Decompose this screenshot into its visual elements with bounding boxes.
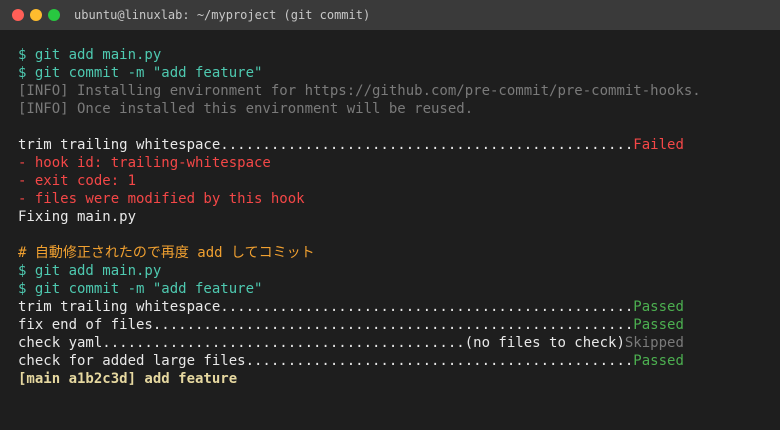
terminal-line: trim trailing whitespace................… (18, 298, 762, 316)
terminal-line: $ git commit -m "add feature" (18, 280, 762, 298)
terminal-text: trim trailing whitespace................… (18, 299, 634, 315)
terminal-text: $ git commit -m "add feature" (18, 281, 263, 297)
terminal-text: check for added large files.............… (18, 353, 634, 369)
terminal-text: [main a1b2c3d] add feature (18, 371, 238, 387)
terminal-text: # 自動修正されたので再度 add してコミット (18, 245, 315, 261)
terminal-text: Failed (633, 137, 684, 153)
terminal-window: ubuntu@linuxlab: ~/myproject (git commit… (0, 0, 780, 430)
terminal-text: - files were modified by this hook (18, 191, 305, 207)
terminal-text: Passed (633, 299, 684, 315)
terminal-text: Passed (633, 317, 684, 333)
terminal-line: $ git add main.py (18, 262, 762, 280)
terminal-text: [INFO] Installing environment for https:… (18, 83, 701, 99)
terminal-line: - hook id: trailing-whitespace (18, 154, 762, 172)
terminal-text: $ git add main.py (18, 47, 162, 63)
terminal-line: [INFO] Once installed this environment w… (18, 100, 762, 118)
terminal-line: $ git add main.py (18, 46, 762, 64)
terminal-line: # 自動修正されたので再度 add してコミット (18, 244, 762, 262)
terminal-line: $ git commit -m "add feature" (18, 64, 762, 82)
terminal-text: Skipped (624, 335, 684, 351)
close-dot-icon[interactable] (12, 9, 24, 21)
terminal-text: - exit code: 1 (18, 173, 137, 189)
terminal-text: fix end of files........................… (18, 317, 634, 333)
terminal-line: Fixing main.py (18, 208, 762, 226)
terminal-text: $ git commit -m "add feature" (18, 65, 263, 81)
terminal-text: $ git add main.py (18, 263, 162, 279)
window-title: ubuntu@linuxlab: ~/myproject (git commit… (74, 8, 371, 22)
terminal-text: Fixing main.py (18, 209, 137, 225)
terminal-line: [INFO] Installing environment for https:… (18, 82, 762, 100)
minimize-dot-icon[interactable] (30, 9, 42, 21)
terminal-line: fix end of files........................… (18, 316, 762, 334)
terminal-line: check yaml..............................… (18, 334, 762, 352)
terminal-line: - exit code: 1 (18, 172, 762, 190)
terminal-text: Passed (633, 353, 684, 369)
terminal-text: trim trailing whitespace................… (18, 137, 634, 153)
terminal-line: [main a1b2c3d] add feature (18, 370, 762, 388)
terminal-output[interactable]: $ git add main.py $ git commit -m "add fe… (0, 30, 780, 388)
title-bar[interactable]: ubuntu@linuxlab: ~/myproject (git commit… (0, 0, 780, 30)
terminal-text: - hook id: trailing-whitespace (18, 155, 271, 171)
maximize-dot-icon[interactable] (48, 9, 60, 21)
terminal-line: trim trailing whitespace................… (18, 136, 762, 154)
terminal-line: - files were modified by this hook (18, 190, 762, 208)
terminal-text: [INFO] Once installed this environment w… (18, 101, 474, 117)
terminal-text: check yaml..............................… (18, 335, 625, 351)
terminal-line: check for added large files.............… (18, 352, 762, 370)
window-controls (12, 9, 60, 21)
